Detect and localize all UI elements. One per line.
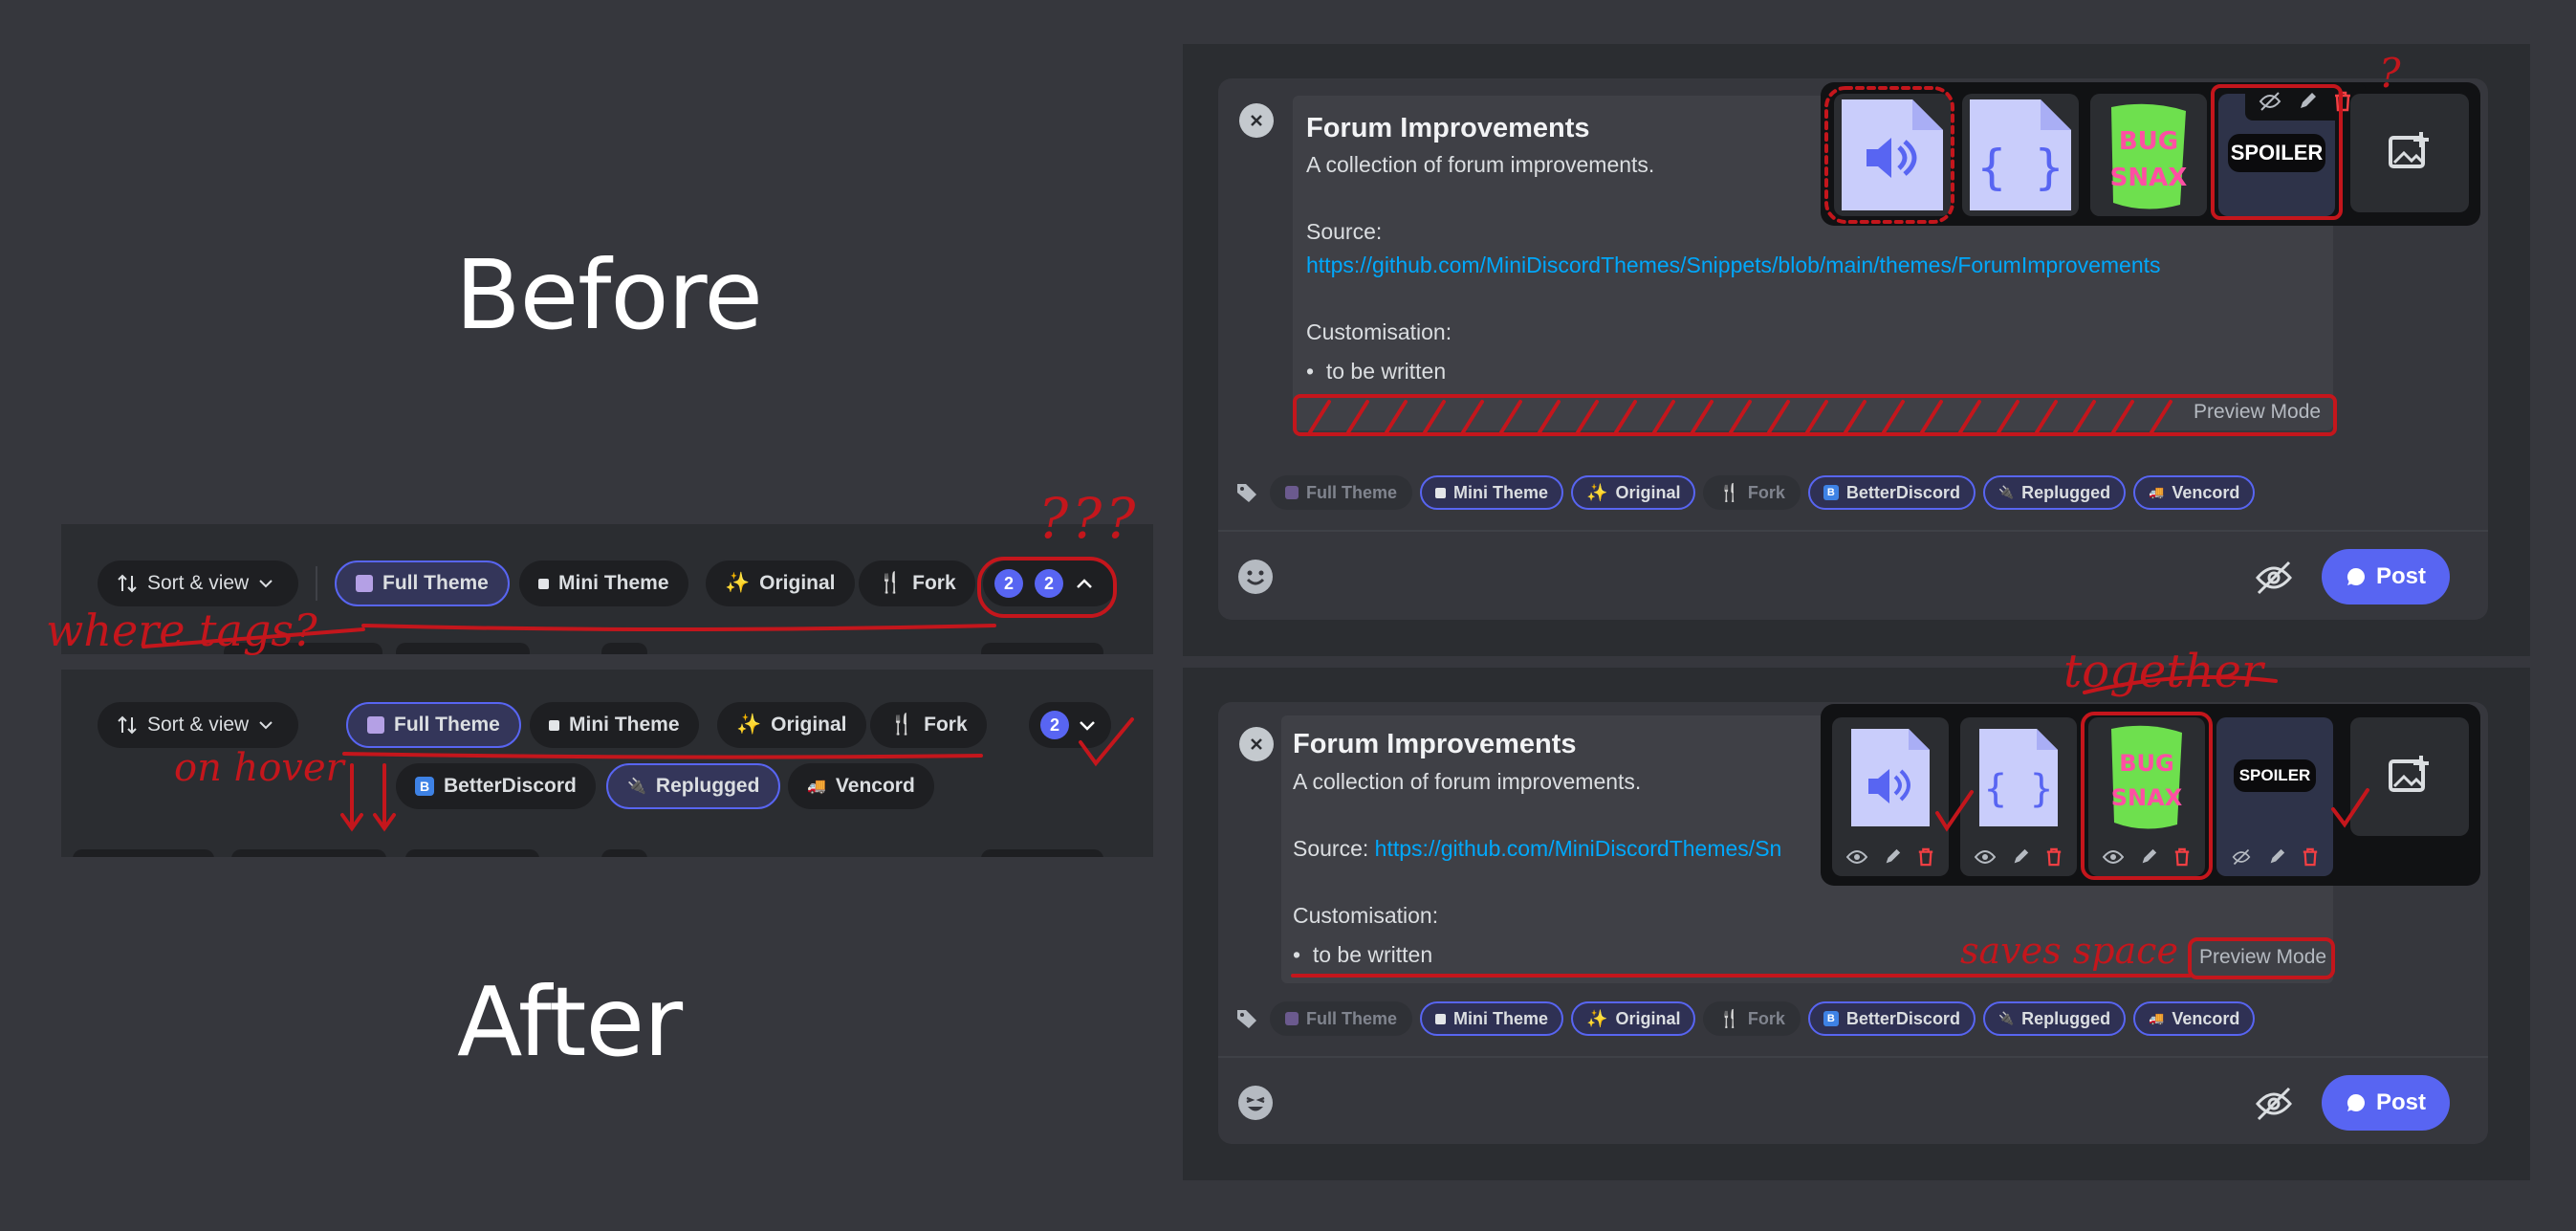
annotation-on-hover: on hover: [174, 746, 344, 790]
annotation-saves-space: saves space: [1960, 930, 2178, 972]
annotation-overlay: [142, 84, 2369, 979]
annotation-question-small: ?: [2379, 50, 2401, 97]
annotation-question-marks: ???: [1038, 486, 1140, 551]
annotation-where-tags: where tags?: [46, 605, 317, 656]
annotation-together: together: [2063, 645, 2263, 698]
